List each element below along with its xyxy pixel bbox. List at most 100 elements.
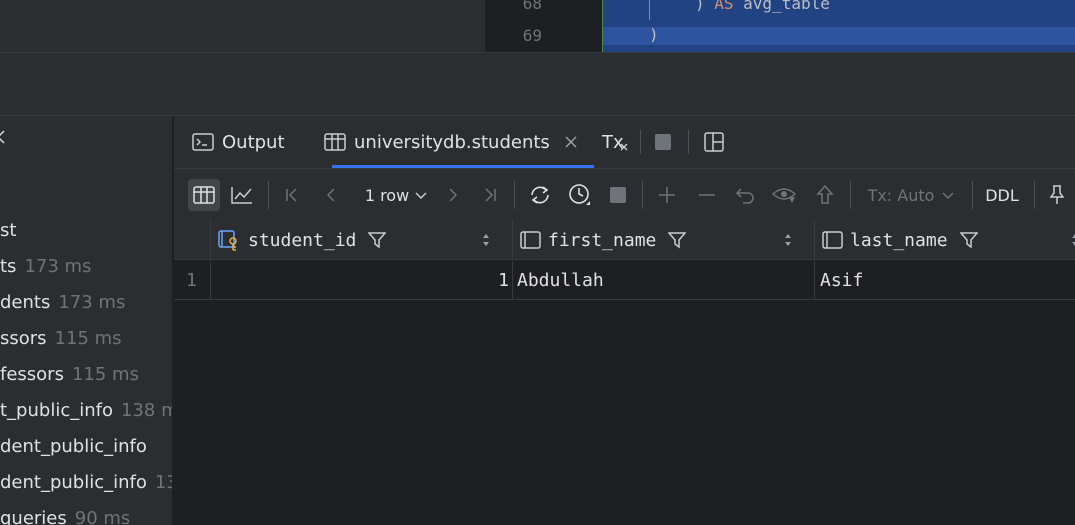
transaction-mode-label: Tx: Auto bbox=[867, 185, 935, 205]
divider bbox=[642, 181, 643, 209]
tree-item-label: t_public_info bbox=[0, 400, 113, 421]
submit-button[interactable] bbox=[812, 179, 838, 211]
stop-icon bbox=[655, 134, 671, 150]
console-icon bbox=[192, 133, 214, 151]
services-tree-item[interactable]: dent_public_info bbox=[0, 436, 147, 457]
sort-icon[interactable] bbox=[783, 232, 793, 248]
filter-icon[interactable] bbox=[668, 231, 687, 249]
column-header-student-id[interactable]: student_id bbox=[218, 220, 387, 260]
tree-item-label: dent_public_info bbox=[0, 436, 147, 457]
stop-button[interactable] bbox=[654, 116, 680, 168]
line-number: 69 bbox=[522, 26, 542, 45]
services-tree-item[interactable]: t_public_info 138 m bbox=[0, 400, 172, 421]
execution-time: 115 ms bbox=[71, 364, 139, 385]
divider bbox=[514, 181, 515, 209]
sort-icon[interactable] bbox=[481, 232, 491, 248]
arrow-up-icon bbox=[816, 185, 834, 204]
table-icon bbox=[324, 133, 346, 151]
execution-time: 173 ms bbox=[58, 292, 126, 313]
primary-key-column-icon bbox=[218, 230, 237, 251]
column-name: student_id bbox=[248, 229, 357, 251]
clock-icon bbox=[569, 184, 590, 205]
row-number: 1 bbox=[186, 270, 197, 291]
sort-icon[interactable] bbox=[1070, 232, 1075, 248]
current-line-highlight bbox=[603, 27, 1075, 45]
last-page-button[interactable] bbox=[478, 179, 502, 211]
line-number: 68 bbox=[522, 0, 542, 13]
services-panel[interactable]: st ts 173 ms dents 173 ms ssors 115 ms fess… bbox=[0, 116, 172, 525]
first-page-button[interactable] bbox=[280, 179, 304, 211]
refresh-button[interactable] bbox=[524, 179, 556, 211]
cell-student-id[interactable]: 1 bbox=[211, 261, 509, 300]
cancel-query-button[interactable] bbox=[604, 179, 632, 211]
ddl-label: DDL bbox=[985, 185, 1019, 205]
cell-first-name[interactable]: Abdullah bbox=[517, 261, 604, 300]
pin-icon bbox=[1049, 185, 1065, 204]
transaction-mode-dropdown[interactable]: Tx: Auto bbox=[862, 179, 960, 211]
column-header-last-name[interactable]: last_name bbox=[822, 220, 978, 260]
chevron-down-icon bbox=[942, 192, 954, 200]
execution-time: 173 ms bbox=[24, 256, 92, 277]
chevron-right-icon bbox=[449, 188, 458, 202]
column-icon bbox=[520, 231, 541, 249]
cell-last-name[interactable]: Asif bbox=[820, 261, 863, 300]
undo-icon bbox=[735, 188, 754, 204]
code-token: ) bbox=[695, 0, 715, 13]
previous-page-button[interactable] bbox=[320, 179, 344, 211]
services-tree-item[interactable]: ts 173 ms bbox=[0, 256, 91, 277]
layout-button[interactable] bbox=[704, 116, 732, 168]
last-page-icon bbox=[485, 188, 496, 202]
code-editor[interactable]: 68 69 ) AS avg_table ) bbox=[0, 0, 1075, 52]
divider bbox=[688, 130, 689, 154]
tab-tx[interactable]: Tx bbox=[602, 116, 636, 168]
divider bbox=[268, 181, 269, 209]
tree-item-label: dent_public_info bbox=[0, 472, 147, 493]
filter-icon[interactable] bbox=[959, 231, 978, 249]
tab-universitydb-students[interactable]: universitydb.students bbox=[324, 116, 586, 168]
services-tree-item[interactable]: ssors 115 ms bbox=[0, 328, 122, 349]
table-row[interactable]: 1 1 Abdullah Asif bbox=[174, 261, 1075, 300]
results-grid[interactable]: student_id first_name last_name 1 1 Abdu… bbox=[174, 220, 1075, 525]
services-tree-item[interactable]: fessors 115 ms bbox=[0, 364, 139, 385]
services-tree-item[interactable]: dents 173 ms bbox=[0, 292, 125, 313]
close-icon[interactable] bbox=[564, 135, 578, 149]
delete-row-button[interactable] bbox=[694, 179, 720, 211]
table-icon bbox=[193, 186, 215, 204]
chart-icon bbox=[231, 187, 252, 204]
refresh-icon bbox=[531, 186, 549, 204]
collapse-icon[interactable] bbox=[0, 130, 8, 144]
ddl-button[interactable]: DDL bbox=[982, 179, 1022, 211]
page-size-dropdown[interactable]: 1 row bbox=[358, 179, 434, 211]
tab-output[interactable]: Output bbox=[192, 116, 285, 168]
divider bbox=[640, 130, 641, 154]
tree-item-label: dents bbox=[0, 292, 51, 313]
plus-icon bbox=[659, 187, 675, 203]
revert-button[interactable] bbox=[732, 179, 758, 211]
grid-header: student_id first_name last_name bbox=[174, 220, 1075, 260]
indent-guide bbox=[649, 0, 650, 20]
column-separator bbox=[814, 261, 815, 300]
selected-code-block[interactable]: ) AS avg_table ) bbox=[602, 0, 1075, 52]
editor-left-pane bbox=[0, 0, 485, 52]
filter-icon[interactable] bbox=[368, 231, 387, 249]
column-separator[interactable] bbox=[814, 220, 815, 260]
preview-changes-button[interactable] bbox=[770, 179, 800, 211]
divider bbox=[1034, 181, 1035, 209]
column-header-first-name[interactable]: first_name bbox=[520, 220, 687, 260]
next-page-button[interactable] bbox=[440, 179, 464, 211]
column-name: first_name bbox=[548, 229, 657, 251]
services-tree-item[interactable]: dent_public_info 13 bbox=[0, 472, 172, 493]
results-tab-bar: Output universitydb.students Tx bbox=[174, 116, 1075, 168]
services-tree-item[interactable]: queries 90 ms bbox=[0, 508, 130, 525]
column-separator bbox=[512, 261, 513, 300]
auto-refresh-button[interactable] bbox=[564, 179, 596, 211]
pin-tab-button[interactable] bbox=[1046, 179, 1068, 211]
execution-time: 115 ms bbox=[54, 328, 122, 349]
table-view-button[interactable] bbox=[188, 179, 220, 211]
chart-view-button[interactable] bbox=[226, 179, 258, 211]
add-row-button[interactable] bbox=[654, 179, 680, 211]
tree-item-label: queries bbox=[0, 508, 67, 525]
services-tree-item[interactable]: st bbox=[0, 220, 16, 241]
column-separator[interactable] bbox=[512, 220, 513, 260]
close-icon bbox=[620, 143, 628, 151]
